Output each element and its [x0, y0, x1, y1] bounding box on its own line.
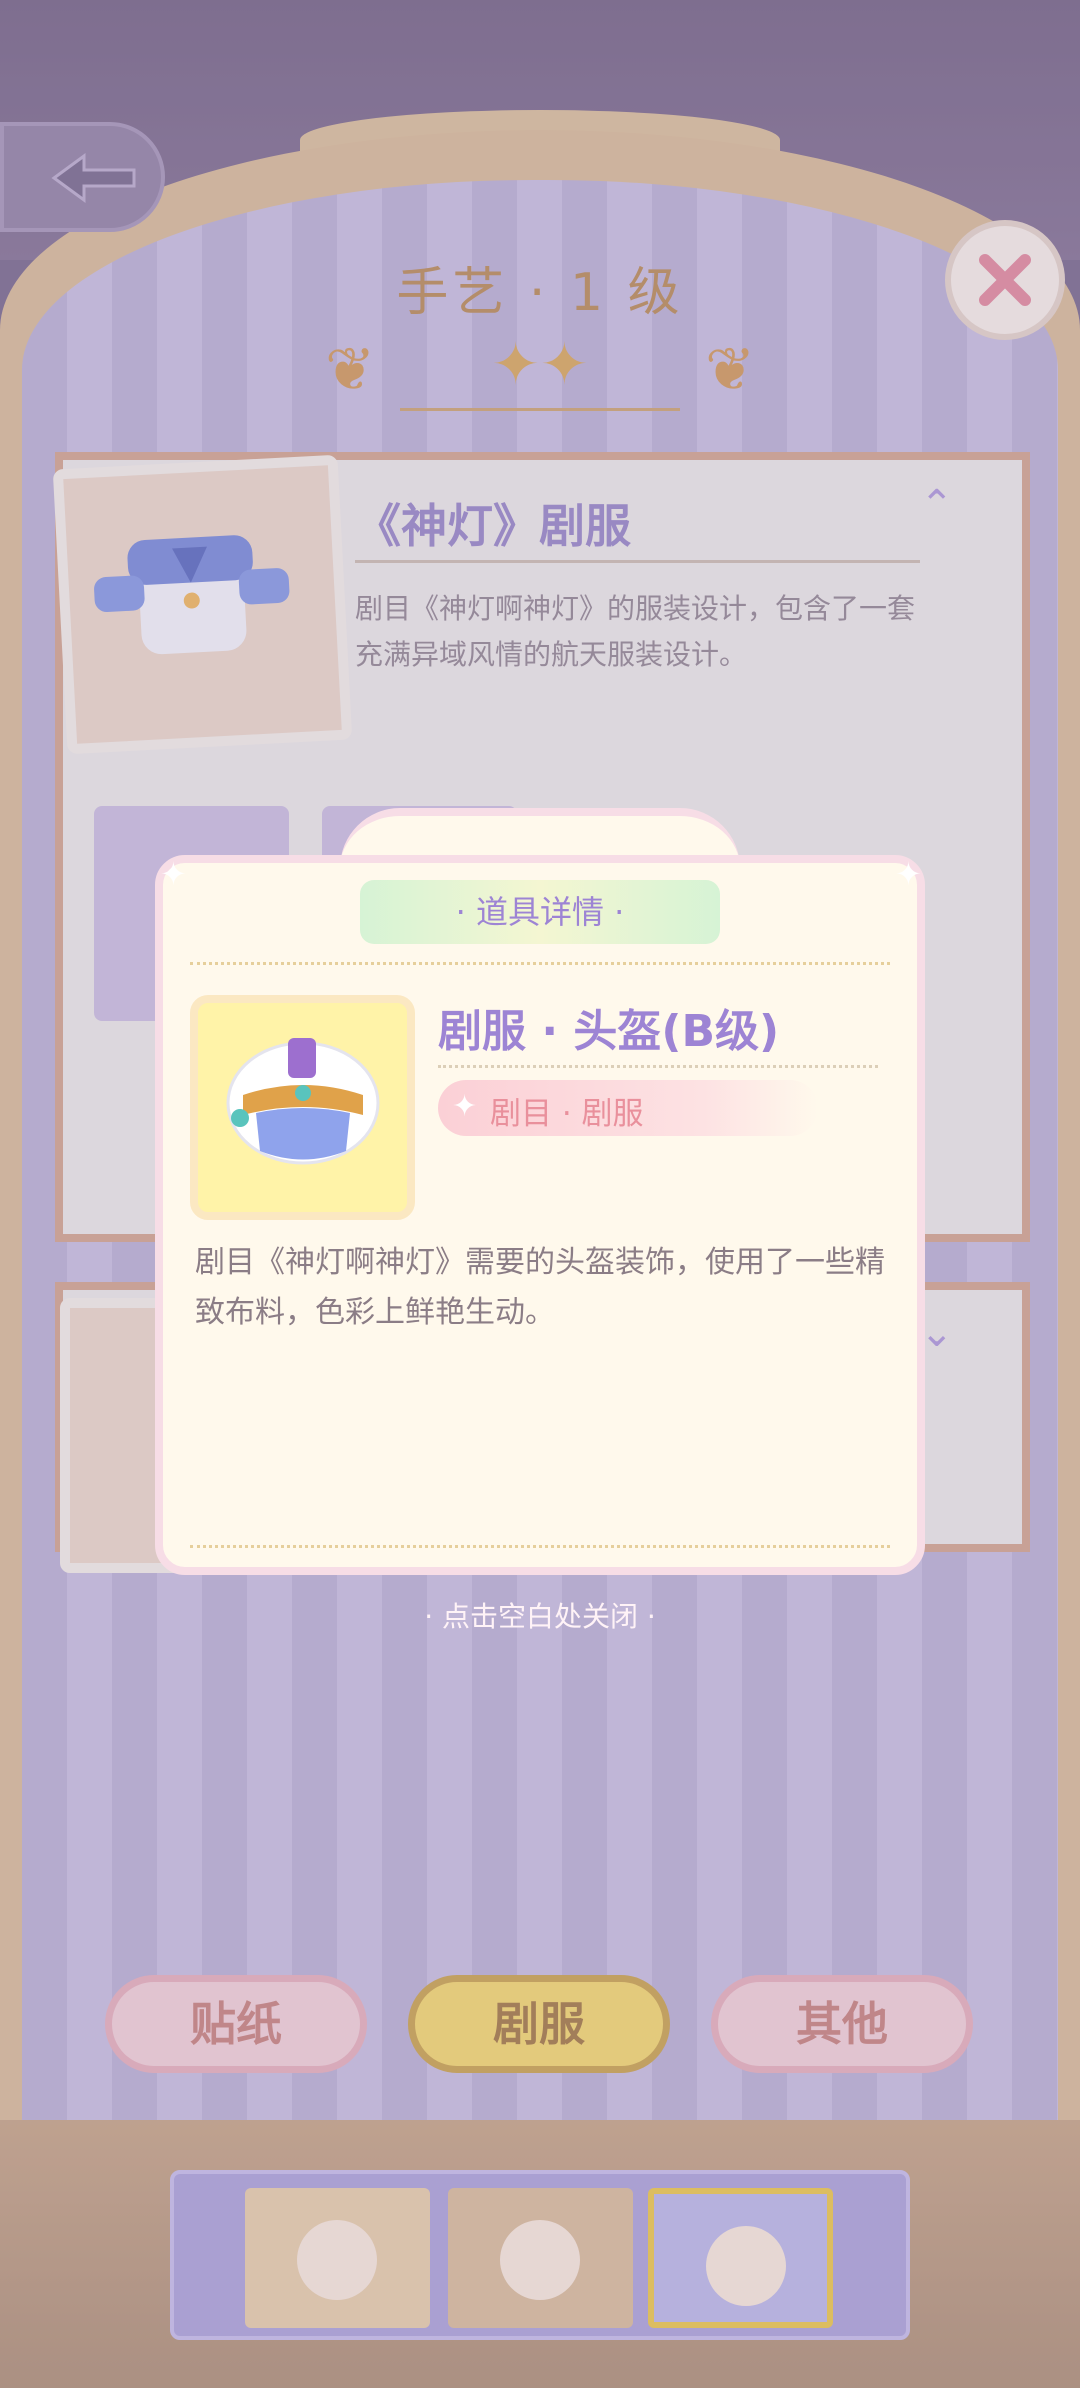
item-name-divider	[438, 1065, 878, 1068]
item-description: 剧目《神灯啊神灯》需要的头盔装饰，使用了一些精致布料，色彩上鲜艳生动。	[195, 1245, 885, 1330]
popup-header: · 道具详情 ·	[360, 880, 720, 944]
popup-divider	[190, 962, 890, 965]
sparkle-icon: ✦	[895, 855, 922, 893]
popup-divider	[190, 1545, 890, 1548]
tag-sparkle-icon: ✦	[452, 1089, 478, 1124]
close-hint: · 点击空白处关闭 ·	[424, 1600, 656, 1633]
sparkle-icon: ✦	[160, 855, 187, 893]
item-name: 剧服 · 头盔(B级)	[438, 1006, 780, 1057]
item-tag-label: 剧目 · 剧服	[490, 1096, 644, 1132]
item-image	[190, 995, 415, 1220]
